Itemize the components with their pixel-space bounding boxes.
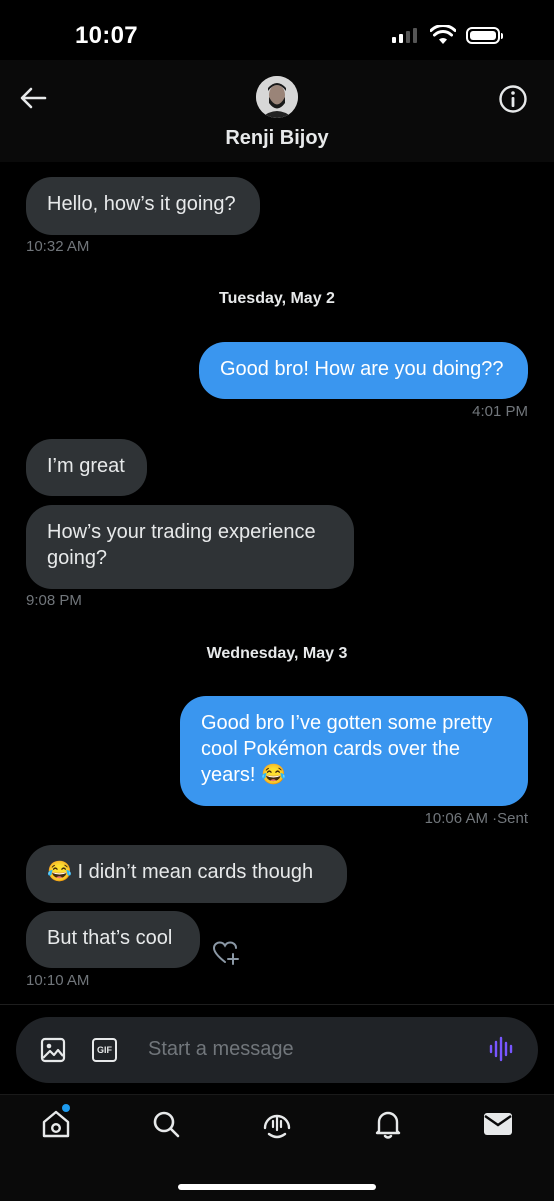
search-icon[interactable]	[150, 1108, 182, 1140]
spaces-icon[interactable]	[260, 1107, 294, 1141]
mail-icon[interactable]	[482, 1110, 514, 1138]
gif-icon[interactable]: GIF	[92, 1038, 117, 1062]
avatar[interactable]	[256, 76, 298, 118]
home-indicator	[178, 1184, 376, 1190]
message-bubble-incoming[interactable]: How’s your trading experience going?	[26, 505, 354, 589]
message-bubble-incoming[interactable]: But that’s cool	[26, 911, 200, 968]
notification-dot	[62, 1104, 70, 1112]
contact-name[interactable]: Renji Bijoy	[0, 127, 554, 150]
voice-icon[interactable]	[488, 1036, 516, 1062]
date-separator: Wednesday, May 3	[206, 645, 348, 662]
date-separator: Tuesday, May 2	[219, 290, 335, 307]
message-bubble-incoming[interactable]: Hello, how’s it going?	[26, 177, 260, 235]
message-timestamp: 4:01 PM	[472, 403, 528, 420]
back-arrow-icon[interactable]	[18, 84, 48, 112]
message-status: ·Sent	[492, 810, 528, 827]
heart-plus-icon[interactable]	[212, 940, 240, 966]
message-bubble-incoming[interactable]: I’m great	[26, 439, 147, 496]
message-bubble-incoming[interactable]: 😂 I didn’t mean cards though	[26, 845, 347, 903]
wifi-icon	[430, 25, 456, 44]
message-timestamp: 10:32 AM	[26, 238, 90, 255]
message-timestamp: 9:08 PM	[26, 592, 82, 609]
message-bubble-outgoing[interactable]: Good bro! How are you doing??	[199, 342, 528, 399]
message-timestamp: 10:06 AM	[424, 810, 488, 827]
bell-icon[interactable]	[372, 1108, 404, 1140]
battery-icon	[466, 27, 503, 44]
message-timestamp-status: 10:06 AM ·Sent	[425, 810, 528, 827]
home-icon[interactable]	[40, 1108, 72, 1140]
message-bubble-outgoing[interactable]: Good bro I’ve gotten some pretty cool Po…	[180, 696, 528, 806]
message-timestamp: 10:10 AM	[26, 972, 90, 989]
info-icon[interactable]	[497, 83, 529, 115]
divider	[0, 1004, 554, 1005]
status-time: 10:07	[75, 22, 138, 49]
message-input[interactable]: Start a message	[148, 1038, 294, 1061]
image-icon[interactable]	[40, 1037, 66, 1063]
signal-icon	[392, 28, 417, 43]
